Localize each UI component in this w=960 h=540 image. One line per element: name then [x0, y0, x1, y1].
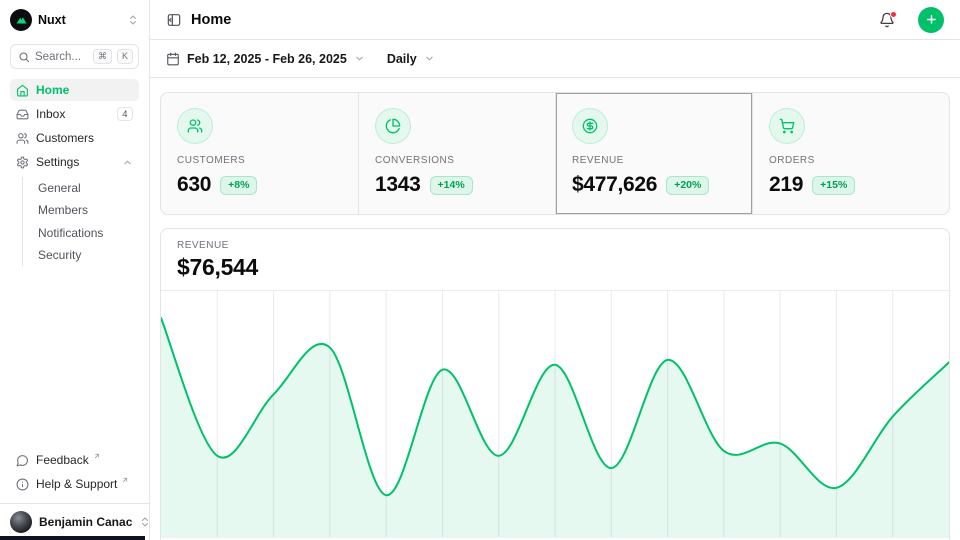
sidebar-item-label: Customers: [36, 131, 133, 145]
date-range-value: Feb 12, 2025 - Feb 26, 2025: [187, 52, 347, 66]
shopping-cart-icon: [769, 108, 805, 144]
stat-card-orders[interactable]: ORDERS 219 +15%: [752, 93, 949, 214]
sidebar-item-label: Inbox: [36, 107, 110, 121]
inbox-icon: [16, 108, 29, 121]
sidebar-item-home[interactable]: Home: [10, 79, 139, 101]
plus-icon: [925, 13, 938, 26]
external-link-icon: [93, 452, 101, 460]
search-placeholder: Search...: [35, 51, 88, 63]
sidebar-footer: Feedback Help & Support: [0, 445, 149, 503]
granularity-value: Daily: [387, 52, 417, 66]
page-title: Home: [191, 12, 870, 28]
toolbar: Feb 12, 2025 - Feb 26, 2025 Daily: [150, 40, 960, 78]
info-icon: [16, 478, 29, 491]
stats-grid: CUSTOMERS 630 +8% CONVERSIONS 1343 +14%: [160, 92, 950, 215]
notification-dot: [890, 11, 897, 18]
stat-value: $477,626: [572, 173, 657, 197]
external-link-icon: [121, 476, 129, 484]
sidebar-item-customers[interactable]: Customers: [10, 127, 139, 149]
team-switcher[interactable]: Nuxt: [0, 0, 149, 37]
feedback-label: Feedback: [36, 453, 89, 467]
gear-icon: [16, 156, 29, 169]
chevrons-up-down-icon: [127, 14, 139, 26]
feedback-link[interactable]: Feedback: [10, 449, 139, 471]
stat-label: CONVERSIONS: [375, 155, 539, 166]
notifications-button[interactable]: [879, 12, 895, 28]
stat-label: CUSTOMERS: [177, 155, 342, 166]
sidebar-item-notifications[interactable]: Notifications: [32, 222, 139, 244]
stat-delta-badge: +20%: [666, 176, 709, 195]
sidebar-item-security[interactable]: Security: [32, 245, 139, 267]
circle-dollar-icon: [572, 108, 608, 144]
sidebar-nav: Home Inbox 4 Customers Settings Ge: [0, 77, 149, 445]
stat-value: 219: [769, 173, 803, 197]
users-icon: [16, 132, 29, 145]
granularity-select[interactable]: Daily: [387, 52, 435, 66]
help-support-link[interactable]: Help & Support: [10, 473, 139, 495]
stat-card-conversions[interactable]: CONVERSIONS 1343 +14%: [358, 93, 555, 214]
sidebar-item-general[interactable]: General: [32, 177, 139, 199]
stat-card-customers[interactable]: CUSTOMERS 630 +8%: [161, 93, 358, 214]
chart-value: $76,544: [177, 254, 933, 281]
date-range-picker[interactable]: Feb 12, 2025 - Feb 26, 2025: [166, 52, 365, 66]
sidebar-item-inbox[interactable]: Inbox 4: [10, 103, 139, 125]
window-edge: [0, 536, 145, 540]
stat-label: ORDERS: [769, 155, 933, 166]
top-header: Home: [150, 0, 960, 40]
chevrons-up-down-icon: [139, 516, 151, 528]
sidebar-item-label: Settings: [36, 155, 115, 169]
message-circle-icon: [16, 454, 29, 467]
team-name: Nuxt: [38, 13, 121, 27]
pie-chart-icon: [375, 108, 411, 144]
home-icon: [16, 84, 29, 97]
sidebar: Nuxt Search... ⌘ K Home Inbox 4: [0, 0, 150, 540]
chevron-down-icon: [354, 53, 365, 64]
chart-label: REVENUE: [177, 240, 933, 251]
sidebar-item-members[interactable]: Members: [32, 200, 139, 222]
search-icon: [18, 51, 30, 63]
stat-value: 1343: [375, 173, 421, 197]
search-input[interactable]: Search... ⌘ K: [10, 44, 139, 69]
user-menu[interactable]: Benjamin Canac: [0, 503, 149, 540]
sidebar-item-settings[interactable]: Settings: [10, 151, 139, 173]
revenue-chart-card: REVENUE $76,544 14 Feb16 Feb18 Feb20 Feb…: [160, 228, 950, 540]
stat-delta-badge: +8%: [220, 176, 257, 195]
inbox-count-badge: 4: [117, 107, 133, 121]
chevron-down-icon: [424, 53, 435, 64]
user-name: Benjamin Canac: [39, 515, 132, 529]
stat-value: 630: [177, 173, 211, 197]
calendar-icon: [166, 52, 180, 66]
avatar: [10, 511, 32, 533]
content: CUSTOMERS 630 +8% CONVERSIONS 1343 +14%: [150, 78, 960, 540]
stat-delta-badge: +14%: [430, 176, 473, 195]
add-button[interactable]: [918, 7, 944, 33]
chevron-up-icon: [122, 157, 133, 168]
kbd-cmd: ⌘: [93, 49, 112, 64]
stat-label: REVENUE: [572, 155, 736, 166]
revenue-chart-svg: [161, 291, 949, 537]
chart-plot-area[interactable]: [161, 290, 949, 537]
stat-delta-badge: +15%: [812, 176, 855, 195]
chart-header: REVENUE $76,544: [161, 229, 949, 290]
settings-sub-list: General Members Notifications Security: [22, 177, 139, 266]
sidebar-collapse-icon[interactable]: [166, 12, 182, 28]
users-icon: [177, 108, 213, 144]
nuxt-logo-icon: [10, 9, 32, 31]
kbd-k: K: [117, 49, 133, 64]
stat-card-revenue[interactable]: REVENUE $477,626 +20%: [555, 93, 752, 214]
help-support-label: Help & Support: [36, 477, 117, 491]
sidebar-item-label: Home: [36, 83, 133, 97]
main: Home Feb 12, 2025 - Feb 26, 2025 Daily: [150, 0, 960, 540]
